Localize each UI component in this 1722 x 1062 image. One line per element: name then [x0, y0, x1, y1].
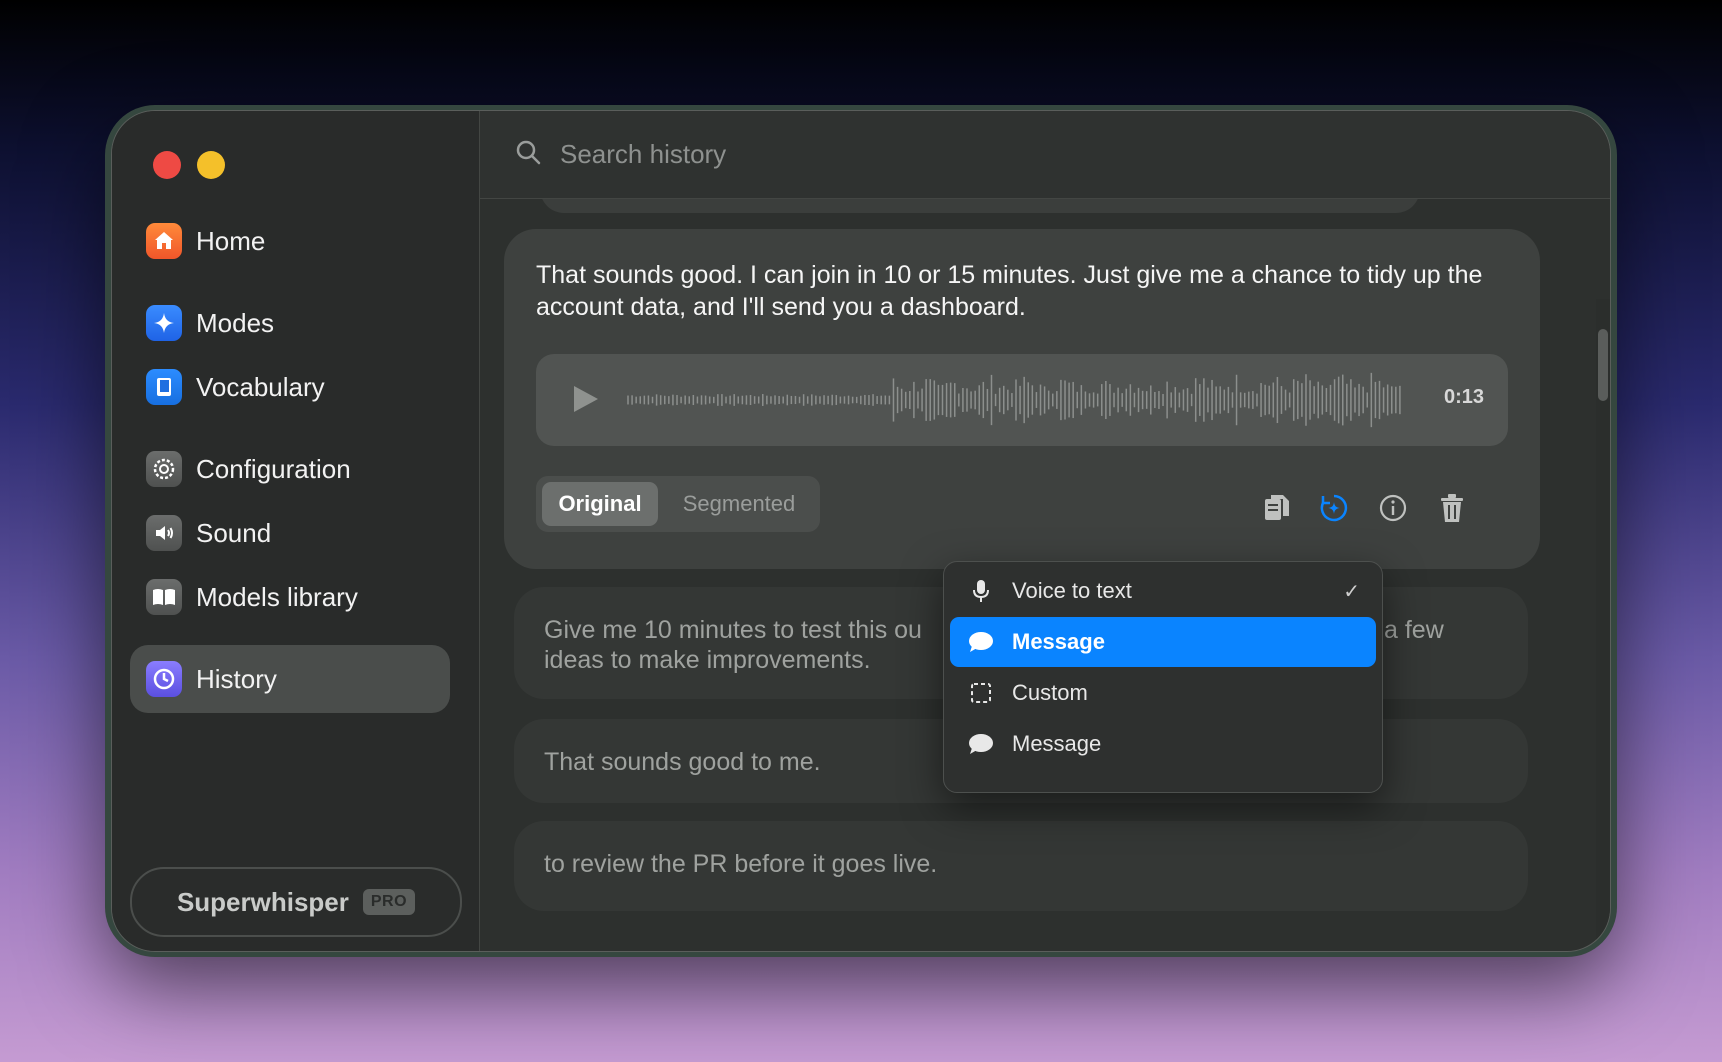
close-window-button[interactable]	[153, 151, 181, 179]
sidebar-item-label: Home	[196, 225, 266, 256]
sidebar-item-label: Vocabulary	[196, 371, 325, 402]
sidebar-item-sound[interactable]: Sound	[130, 499, 450, 567]
search-icon	[514, 138, 542, 171]
speech-bubble-icon	[968, 630, 994, 654]
sparkle-reprocess-icon[interactable]	[1317, 491, 1351, 525]
transcript-line-start: Give me 10 minutes to test this ou	[544, 616, 922, 644]
sidebar-item-label: Modes	[196, 307, 275, 338]
checkmark-icon: ✓	[1343, 580, 1360, 603]
pro-badge: PRO	[362, 889, 416, 915]
history-card[interactable]: to review the PR before it goes live.	[514, 821, 1528, 911]
play-button[interactable]	[572, 384, 600, 419]
window-content: Home Modes Vocabulary Configuration Soun…	[111, 110, 1611, 952]
home-icon	[146, 223, 182, 259]
app-window: Home Modes Vocabulary Configuration Soun…	[105, 105, 1617, 957]
dashed-square-icon	[968, 682, 994, 704]
trash-icon[interactable]	[1435, 491, 1469, 525]
audio-player: 0:13	[536, 354, 1508, 446]
menu-item-label: Message	[1012, 731, 1102, 756]
sidebar-item-configuration[interactable]: Configuration	[130, 435, 450, 503]
menu-item-voice-to-text[interactable]: Voice to text ✓	[950, 566, 1376, 616]
copy-icon[interactable]	[1260, 491, 1294, 525]
sidebar-item-models-library[interactable]: Models library	[130, 563, 450, 631]
speaker-icon	[146, 515, 182, 551]
mode-dropdown-menu: Voice to text ✓ Message Custom Message	[943, 561, 1383, 793]
search-bar	[480, 111, 1610, 199]
history-card-expanded[interactable]: That sounds good. I can join in 10 or 15…	[504, 229, 1540, 569]
view-mode-segmented-control: Original Segmented	[536, 476, 820, 532]
transcript-text: to review the PR before it goes live.	[544, 850, 938, 878]
menu-item-label: Custom	[1012, 680, 1088, 705]
sidebar-item-history[interactable]: History	[130, 645, 450, 713]
menu-item-message[interactable]: Message	[950, 617, 1376, 667]
transcript-line-end: a few	[1384, 616, 1444, 644]
waveform[interactable]	[626, 372, 1406, 428]
sidebar-item-vocabulary[interactable]: Vocabulary	[130, 353, 450, 421]
info-icon[interactable]	[1376, 491, 1410, 525]
sidebar-item-label: Models library	[196, 581, 358, 612]
tab-original[interactable]: Original	[542, 482, 658, 526]
tab-segmented[interactable]: Segmented	[664, 482, 814, 526]
open-book-icon	[146, 579, 182, 615]
app-name: Superwhisper	[176, 886, 349, 917]
sidebar: Home Modes Vocabulary Configuration Soun…	[112, 111, 480, 951]
history-icon	[146, 661, 182, 697]
speech-bubble-icon	[968, 732, 994, 756]
audio-duration: 0:13	[1443, 386, 1484, 408]
transcript-text: That sounds good. I can join in 10 or 15…	[536, 261, 1483, 321]
transcript-line-2: ideas to make improvements.	[544, 646, 871, 674]
minimize-window-button[interactable]	[197, 151, 225, 179]
sidebar-item-modes[interactable]: Modes	[130, 289, 450, 357]
book-icon	[146, 369, 182, 405]
sidebar-item-label: Sound	[196, 517, 272, 548]
previous-card-edge	[540, 199, 1420, 213]
scrollbar-thumb[interactable]	[1598, 329, 1608, 401]
menu-item-custom[interactable]: Custom	[950, 668, 1376, 718]
sidebar-item-label: History	[196, 663, 277, 694]
sidebar-item-label: Configuration	[196, 453, 351, 484]
gear-icon	[146, 451, 182, 487]
sparkle-icon	[146, 305, 182, 341]
microphone-icon	[968, 578, 994, 604]
menu-item-message-2[interactable]: Message	[950, 719, 1376, 769]
menu-item-label: Message	[1012, 629, 1105, 654]
account-pro-button[interactable]: Superwhisper PRO	[130, 867, 462, 937]
menu-item-label: Voice to text	[1012, 578, 1132, 603]
sidebar-item-home[interactable]: Home	[130, 207, 450, 275]
search-input[interactable]	[558, 138, 1262, 171]
